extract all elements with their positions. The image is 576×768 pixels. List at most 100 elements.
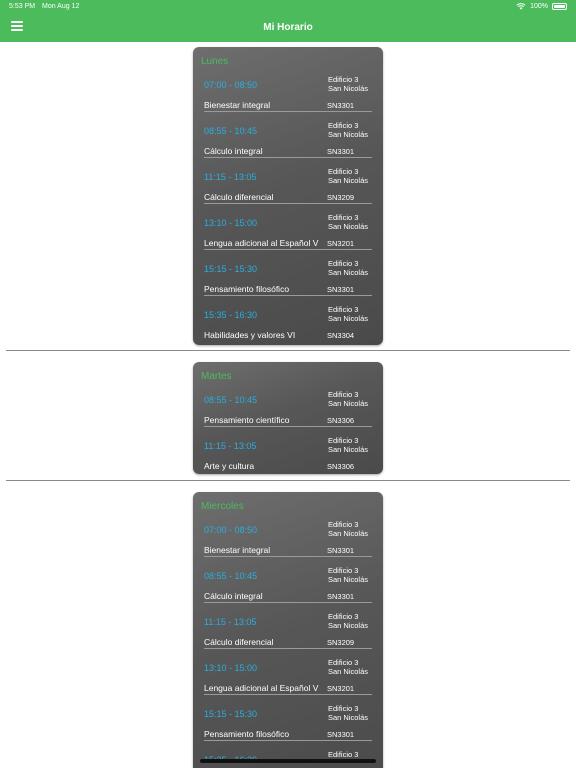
class-room: SN3201 bbox=[327, 239, 355, 248]
class-subject: Cálculo integral bbox=[204, 146, 263, 156]
item-divider bbox=[204, 157, 372, 158]
page-title: Mi Horario bbox=[263, 22, 313, 33]
section-divider bbox=[6, 350, 570, 351]
class-room: SN3301 bbox=[327, 285, 355, 294]
class-building: Edificio 3 bbox=[328, 436, 359, 445]
day-card-martes: Martes 08:55 - 10:45 Pensamiento científ… bbox=[193, 362, 383, 474]
class-campus: San Nicolás bbox=[328, 713, 369, 722]
class-subject: Habilidades y valores VI bbox=[204, 330, 296, 340]
class-time: 11:15 - 13:05 bbox=[204, 617, 257, 627]
class-location: Edificio 3 San Nicolás bbox=[328, 75, 372, 93]
class-location: Edificio 3 San Nicolás bbox=[328, 436, 372, 454]
class-item[interactable]: 08:55 - 10:45 Cálculo integral Edificio … bbox=[204, 121, 372, 170]
class-time: 07:00 - 08:50 bbox=[204, 80, 258, 90]
class-subject: Bienestar integral bbox=[204, 545, 271, 555]
class-item[interactable]: 08:55 - 10:45 Cálculo integral Edificio … bbox=[204, 566, 372, 615]
class-campus: San Nicolás bbox=[328, 399, 369, 408]
class-location: Edificio 3 San Nicolás bbox=[328, 167, 372, 185]
item-divider bbox=[204, 426, 372, 427]
class-item[interactable]: 13:10 - 15:00 Lengua adicional al Españo… bbox=[204, 658, 372, 707]
class-room: SN3209 bbox=[327, 638, 355, 647]
class-location: Edificio 3 San Nicolás bbox=[328, 213, 372, 231]
day-title: Lunes bbox=[201, 56, 229, 67]
class-room: SN3306 bbox=[327, 462, 355, 471]
class-time: 08:55 - 10:45 bbox=[204, 395, 258, 405]
schedule-list[interactable]: Lunes 07:00 - 08:50 Bienestar integral E… bbox=[0, 42, 576, 768]
home-indicator[interactable] bbox=[200, 759, 376, 763]
class-room: SN3304 bbox=[327, 331, 355, 340]
class-item[interactable]: 07:00 - 08:50 Bienestar integral Edifici… bbox=[204, 520, 372, 569]
day-card-lunes: Lunes 07:00 - 08:50 Bienestar integral E… bbox=[193, 47, 383, 345]
class-room: SN3209 bbox=[327, 193, 355, 202]
class-campus: San Nicolás bbox=[328, 529, 369, 538]
class-location: Edificio 3 San Nicolás bbox=[328, 121, 372, 139]
item-divider bbox=[204, 111, 372, 112]
class-subject: Arte y cultura bbox=[204, 461, 255, 471]
item-divider bbox=[204, 694, 372, 695]
class-subject: Pensamiento filosófico bbox=[204, 729, 290, 739]
class-campus: San Nicolás bbox=[328, 268, 369, 277]
class-campus: San Nicolás bbox=[328, 84, 369, 93]
class-room: SN3306 bbox=[327, 416, 355, 425]
class-room: SN3301 bbox=[327, 730, 355, 739]
item-divider bbox=[204, 203, 372, 204]
class-building: Edificio 3 bbox=[328, 167, 359, 176]
item-divider bbox=[204, 249, 372, 250]
class-subject: Cálculo integral bbox=[204, 591, 263, 601]
class-building: Edificio 3 bbox=[328, 566, 359, 575]
day-title: Miercoles bbox=[201, 501, 244, 512]
class-item[interactable]: 13:10 - 15:00 Lengua adicional al Españo… bbox=[204, 213, 372, 262]
class-item[interactable]: 08:55 - 10:45 Pensamiento científico Edi… bbox=[204, 390, 372, 439]
class-building: Edificio 3 bbox=[328, 259, 359, 268]
class-item[interactable]: 15:35 - 16:30 Habilidades y valores VI E… bbox=[204, 305, 372, 345]
class-item[interactable]: 11:15 - 13:05 Cálculo diferencial Edific… bbox=[204, 167, 372, 216]
status-date: Mon Aug 12 bbox=[42, 3, 80, 10]
class-item[interactable]: 11:15 - 13:05 Arte y cultura Edificio 3S… bbox=[204, 436, 372, 474]
class-building: Edificio 3 bbox=[328, 121, 359, 130]
class-time: 13:10 - 15:00 bbox=[204, 663, 258, 673]
day-title: Martes bbox=[201, 371, 232, 382]
class-item[interactable]: 11:15 - 13:05 Cálculo diferencial Edific… bbox=[204, 612, 372, 661]
class-building: Edificio 3 bbox=[328, 658, 359, 667]
class-campus: San Nicolás bbox=[328, 667, 369, 676]
class-time: 07:00 - 08:50 bbox=[204, 525, 258, 535]
navigation-bar: 5:53 PM Mon Aug 12 100% Mi Horario bbox=[0, 0, 576, 42]
class-time: 15:15 - 15:30 bbox=[204, 264, 258, 274]
class-campus: San Nicolás bbox=[328, 130, 369, 139]
class-time: 15:15 - 15:30 bbox=[204, 709, 258, 719]
class-time: 15:35 - 16:30 bbox=[204, 310, 258, 320]
class-location: Edificio 3 San Nicolás bbox=[328, 566, 372, 584]
class-building: Edificio 3 bbox=[328, 75, 359, 84]
day-card-miercoles: Miercoles 07:00 - 08:50 Bienestar integr… bbox=[193, 492, 383, 768]
class-building: Edificio 3 bbox=[328, 213, 359, 222]
status-indicators: 100% bbox=[516, 3, 567, 10]
class-campus: San Nicolás bbox=[328, 176, 369, 185]
item-divider bbox=[204, 602, 372, 603]
class-item[interactable]: 15:15 - 15:30 Pensamiento filosófico Edi… bbox=[204, 259, 372, 308]
class-location: Edificio 3 San Nicolás bbox=[328, 612, 372, 630]
item-divider bbox=[204, 648, 372, 649]
class-campus: San Nicolás bbox=[328, 445, 369, 454]
class-building: Edificio 3 bbox=[328, 750, 359, 759]
battery-icon bbox=[552, 3, 567, 10]
class-campus: San Nicolás bbox=[328, 222, 369, 231]
class-item[interactable]: 15:15 - 15:30 Pensamiento filosófico Edi… bbox=[204, 704, 372, 753]
class-building: Edificio 3 bbox=[328, 390, 359, 399]
class-time: 08:55 - 10:45 bbox=[204, 571, 258, 581]
class-room: SN3301 bbox=[327, 546, 355, 555]
class-campus: San Nicolás bbox=[328, 575, 369, 584]
class-location: Edificio 3 San Nicolás bbox=[328, 704, 372, 722]
status-time: 5:53 PM bbox=[9, 3, 36, 10]
class-building: Edificio 3 bbox=[328, 704, 359, 713]
class-subject: Lengua adicional al Español V bbox=[204, 683, 319, 693]
class-room: SN3301 bbox=[327, 101, 355, 110]
class-location: Edificio 3 San Nicolás bbox=[328, 259, 372, 277]
class-subject: Pensamiento científico bbox=[204, 415, 290, 425]
class-item[interactable]: 07:00 - 08:50 Bienestar integral Edifici… bbox=[204, 75, 372, 124]
class-location: Edificio 3 San Nicolás bbox=[328, 390, 372, 408]
class-campus: San Nicolás bbox=[328, 314, 369, 323]
class-time: 11:15 - 13:05 bbox=[204, 441, 257, 451]
class-subject: Cálculo diferencial bbox=[204, 637, 274, 647]
class-time: 08:55 - 10:45 bbox=[204, 126, 258, 136]
item-divider bbox=[204, 556, 372, 557]
